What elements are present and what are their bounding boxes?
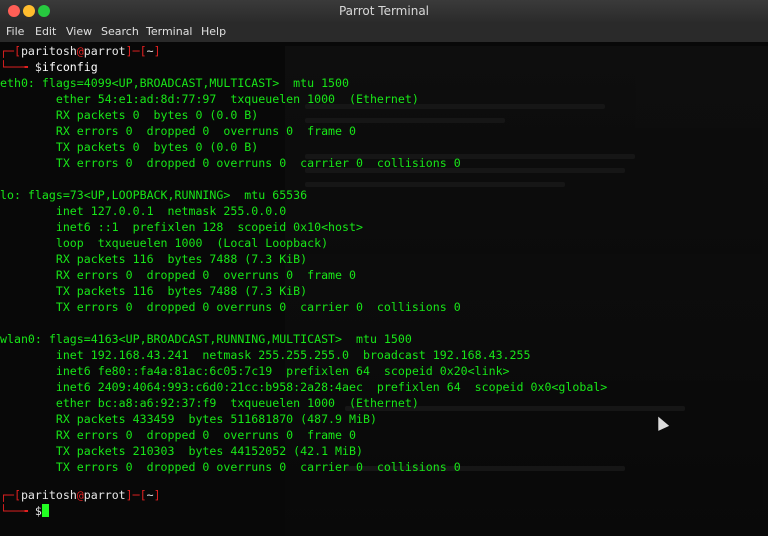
output-line: RX packets 433459 bytes 511681870 (487.9…	[0, 412, 377, 426]
input-line[interactable]: └──╼ $	[0, 503, 49, 519]
menu-search[interactable]: Search	[101, 25, 139, 38]
prompt-line: ┌─[paritosh@parrot]─[~]	[0, 44, 161, 58]
output-line: inet 127.0.0.1 netmask 255.0.0.0	[0, 204, 287, 218]
output-line: RX packets 116 bytes 7488 (7.3 KiB)	[0, 252, 308, 266]
output-line: loop txqueuelen 1000 (Local Loopback)	[0, 236, 329, 250]
prompt-host-2: parrot	[83, 488, 126, 502]
prompt-at: @	[76, 44, 84, 58]
output-line: inet6 fe80::fa4a:81ac:6c05:7c19 prefixle…	[0, 364, 510, 378]
command-line: └──╼ $ifconfig	[0, 60, 98, 74]
prompt-user: paritosh	[20, 44, 77, 58]
output-line: inet6 ::1 prefixlen 128 scopeid 0x10<hos…	[0, 220, 363, 234]
output-line: TX errors 0 dropped 0 overruns 0 carrier…	[0, 300, 461, 314]
output-line: wlan0: flags=4163<UP,BROADCAST,RUNNING,M…	[0, 332, 412, 346]
menu-terminal[interactable]: Terminal	[146, 25, 193, 38]
terminal-area[interactable]: ┌─[paritosh@parrot]─[~] └──╼ $ifconfig e…	[0, 42, 768, 536]
output-line: RX errors 0 dropped 0 overruns 0 frame 0	[0, 428, 356, 442]
output-line: TX packets 210303 bytes 44152052 (42.1 M…	[0, 444, 363, 458]
command-text: ifconfig	[41, 60, 98, 74]
window-title: Parrot Terminal	[338, 4, 430, 18]
menu-help[interactable]: Help	[201, 25, 226, 38]
output-line: inet6 2409:4064:993:c6d0:21cc:b958:2a28:…	[0, 380, 608, 394]
output-line: TX packets 116 bytes 7488 (7.3 KiB)	[0, 284, 308, 298]
output-line: RX packets 0 bytes 0 (0.0 B)	[0, 108, 259, 122]
output-line: ether bc:a8:a6:92:37:f9 txqueuelen 1000 …	[0, 396, 419, 410]
prompt-dir-2: ~	[146, 488, 154, 502]
terminal-window: Parrot Terminal File Edit View Search Te…	[0, 0, 768, 536]
prompt-symbol: $	[34, 60, 42, 74]
text-cursor	[41, 504, 49, 517]
menu-bar: File Edit View Search Terminal Help	[0, 22, 768, 42]
output-line: TX errors 0 dropped 0 overruns 0 carrier…	[0, 156, 461, 170]
prompt-dir: ~	[146, 44, 154, 58]
prompt-line-2: ┌─[paritosh@parrot]─[~]	[0, 488, 161, 502]
prompt-user-2: paritosh	[20, 488, 77, 502]
menu-edit[interactable]: Edit	[35, 25, 56, 38]
output-line: lo: flags=73<UP,LOOPBACK,RUNNING> mtu 65…	[0, 188, 308, 202]
menu-file[interactable]: File	[6, 25, 24, 38]
output-line: inet 192.168.43.241 netmask 255.255.255.…	[0, 348, 531, 362]
output-line: TX errors 0 dropped 0 overruns 0 carrier…	[0, 460, 461, 474]
output-line: TX packets 0 bytes 0 (0.0 B)	[0, 140, 259, 154]
prompt-host: parrot	[83, 44, 126, 58]
title-bar: Parrot Terminal	[0, 0, 768, 22]
prompt-symbol-2: $	[34, 504, 42, 518]
output-line: RX errors 0 dropped 0 overruns 0 frame 0	[0, 124, 356, 138]
output-line: eth0: flags=4099<UP,BROADCAST,MULTICAST>…	[0, 76, 350, 90]
prompt-at-2: @	[76, 488, 84, 502]
menu-view[interactable]: View	[66, 25, 92, 38]
output-line: RX errors 0 dropped 0 overruns 0 frame 0	[0, 268, 356, 282]
output-line: ether 54:e1:ad:8d:77:97 txqueuelen 1000 …	[0, 92, 419, 106]
